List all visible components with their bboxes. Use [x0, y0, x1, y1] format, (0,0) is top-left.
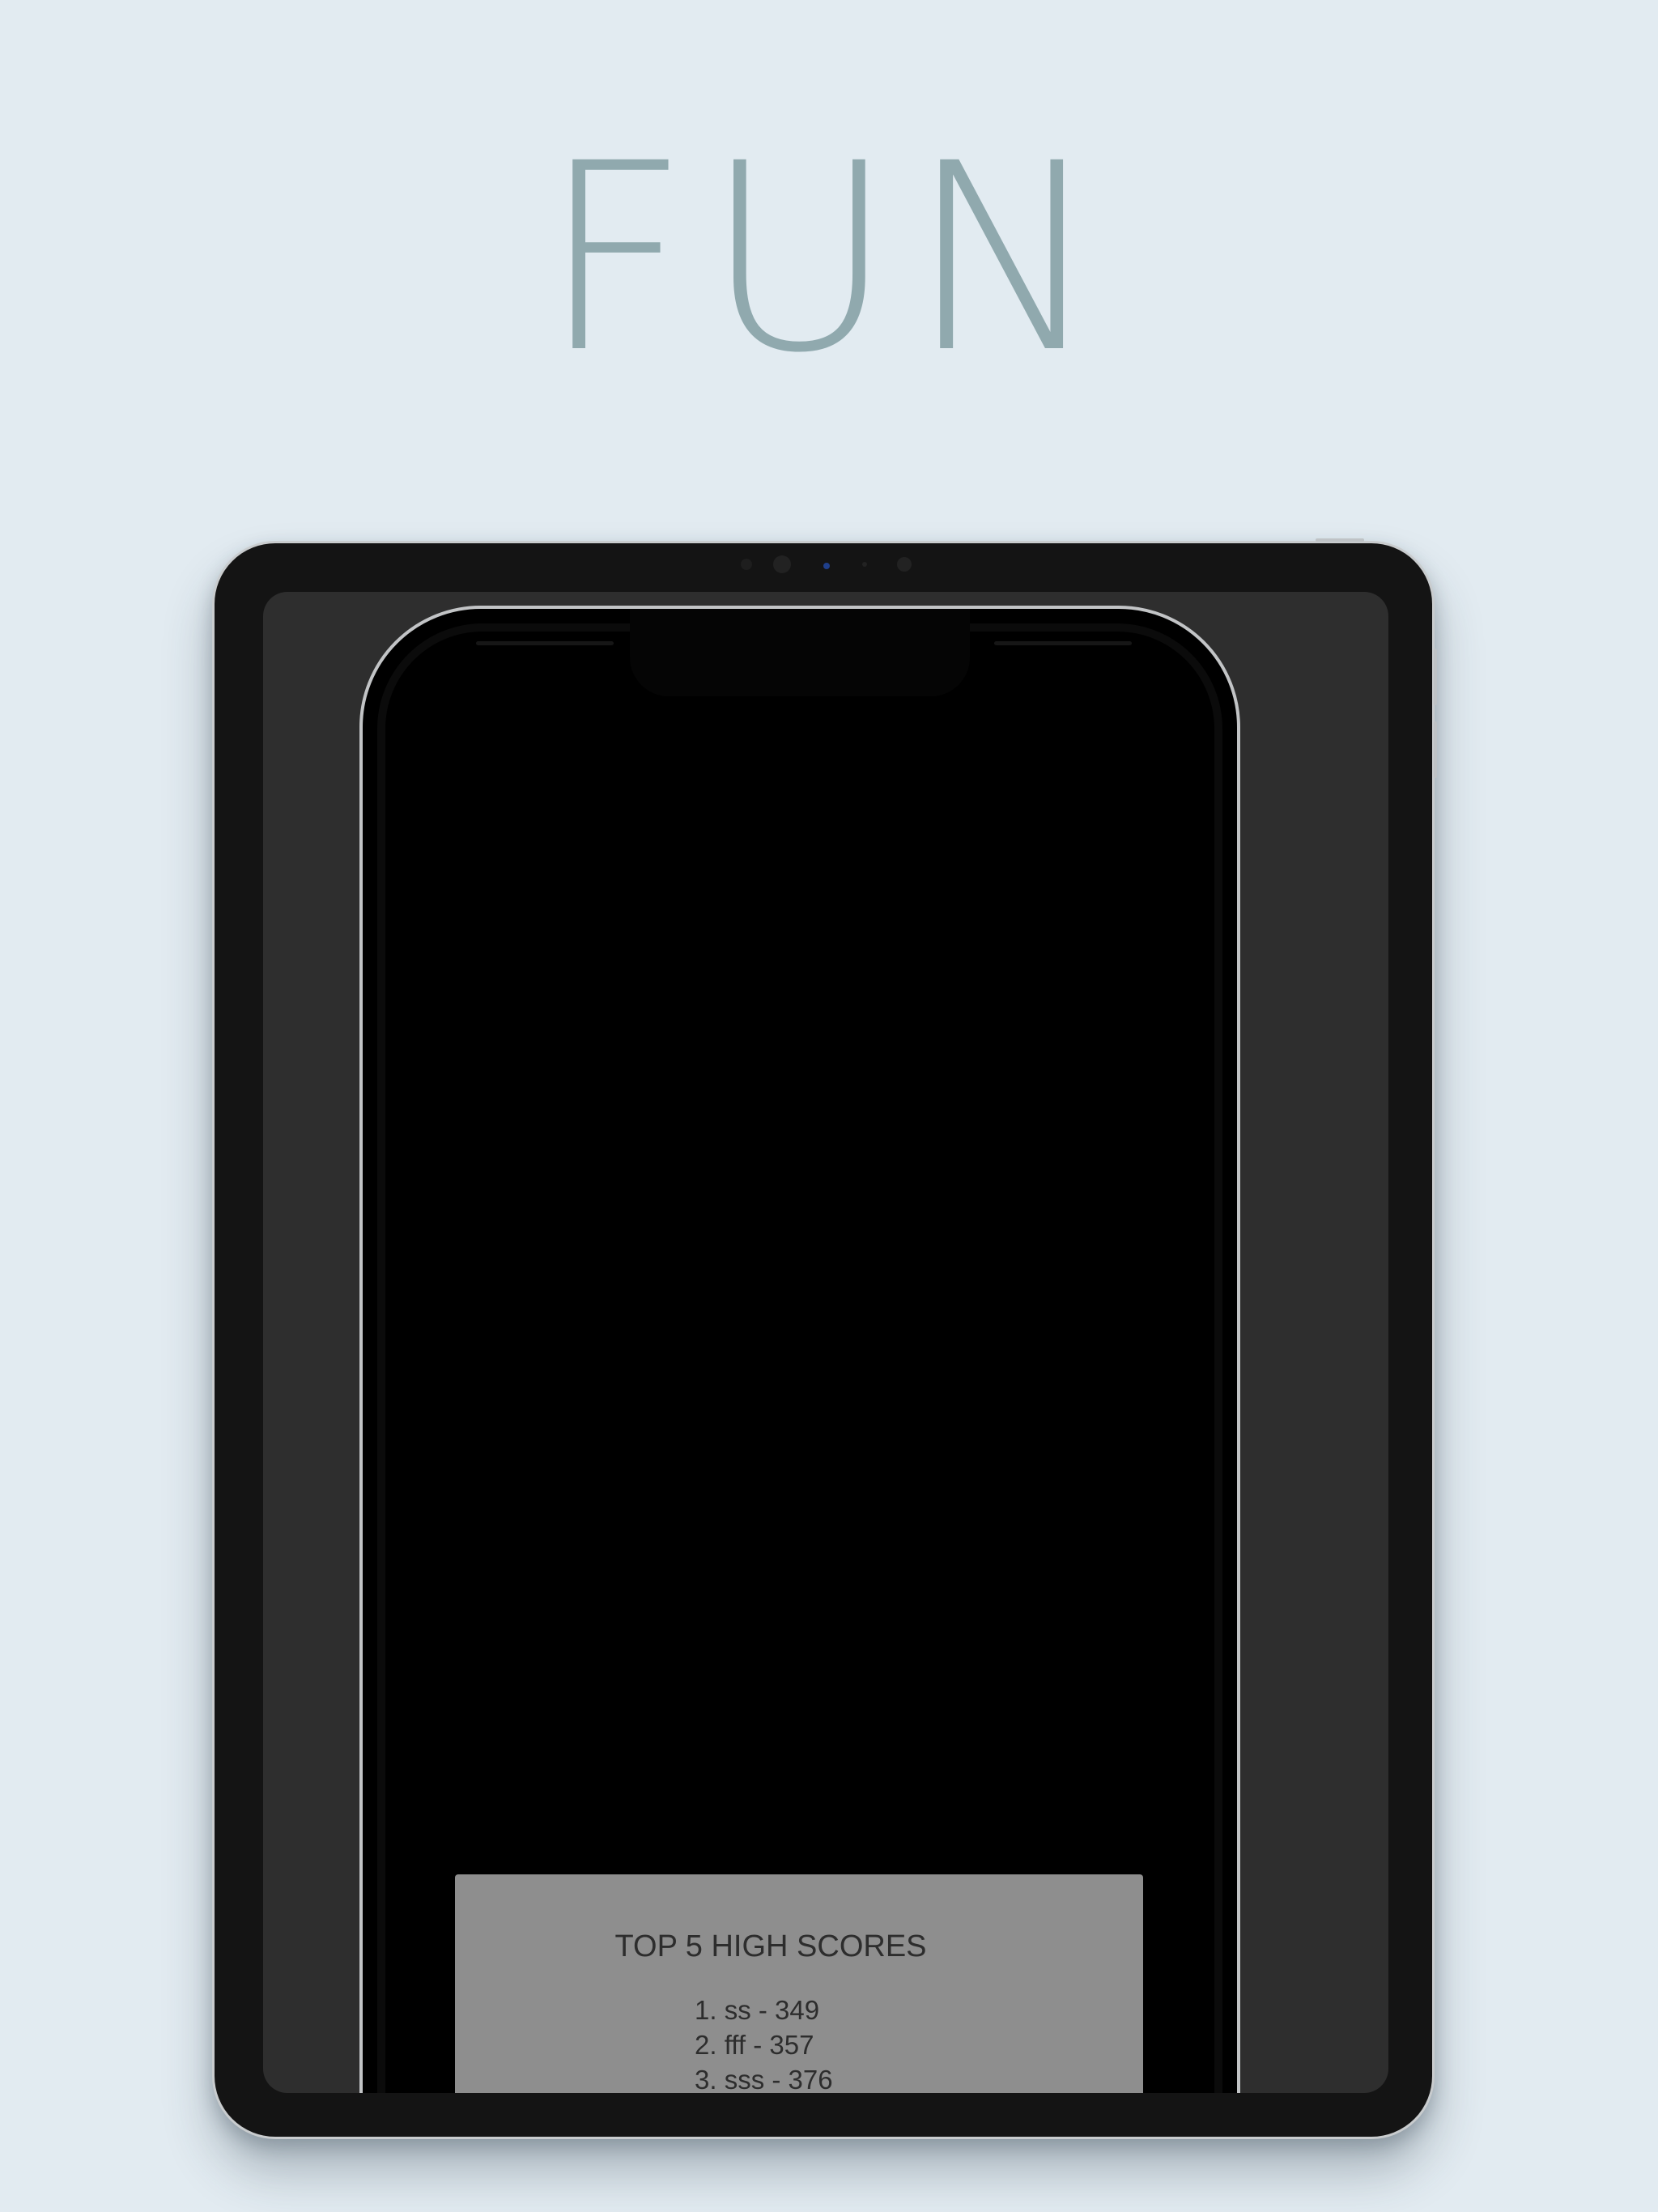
score-rank: 3. [695, 2065, 717, 2093]
phone-top-edge-right [994, 641, 1132, 645]
tablet-screen: TOP 5 HIGH SCORES 1. ss - 349 2. fff - 3… [263, 592, 1388, 2093]
score-rank: 2. [695, 2030, 717, 2060]
phone-device-frame: TOP 5 HIGH SCORES 1. ss - 349 2. fff - 3… [359, 606, 1240, 2093]
tablet-device-frame: TOP 5 HIGH SCORES 1. ss - 349 2. fff - 3… [212, 538, 1437, 2139]
sensor-icon [862, 562, 867, 567]
score-separator: - [753, 2030, 763, 2060]
score-separator: - [772, 2065, 781, 2093]
phone-top-edge-left [476, 641, 614, 645]
high-scores-list: 1. ss - 349 2. fff - 357 3. sss - 376 [695, 1993, 833, 2093]
sensor-icon [741, 559, 752, 570]
tablet-camera-bar [215, 553, 1432, 577]
high-scores-panel: TOP 5 HIGH SCORES 1. ss - 349 2. fff - 3… [455, 1874, 1143, 2093]
score-rank: 1. [695, 1995, 717, 2025]
score-separator: - [758, 1995, 767, 2025]
camera-lens-icon [823, 563, 830, 569]
high-score-entry: 1. ss - 349 [695, 1993, 833, 2027]
phone-notch [630, 609, 970, 696]
score-name: ss [724, 1995, 751, 2025]
tablet-volume-down-button [1434, 721, 1437, 778]
high-scores-title: TOP 5 HIGH SCORES [614, 1929, 927, 1963]
score-name: sss [724, 2065, 765, 2093]
sensor-icon [897, 557, 912, 572]
high-score-entry: 3. sss - 376 [695, 2062, 833, 2093]
high-score-entry: 2. fff - 357 [695, 2027, 833, 2062]
score-value: 357 [769, 2030, 814, 2060]
camera-icon [773, 555, 791, 573]
tablet-top-button [1316, 538, 1364, 542]
tablet-volume-up-button [1434, 649, 1437, 705]
promo-headline: FUN [541, 108, 1117, 410]
score-value: 376 [788, 2065, 833, 2093]
score-name: fff [724, 2030, 746, 2060]
phone-screen-edge [377, 623, 1222, 2093]
score-value: 349 [775, 1995, 820, 2025]
